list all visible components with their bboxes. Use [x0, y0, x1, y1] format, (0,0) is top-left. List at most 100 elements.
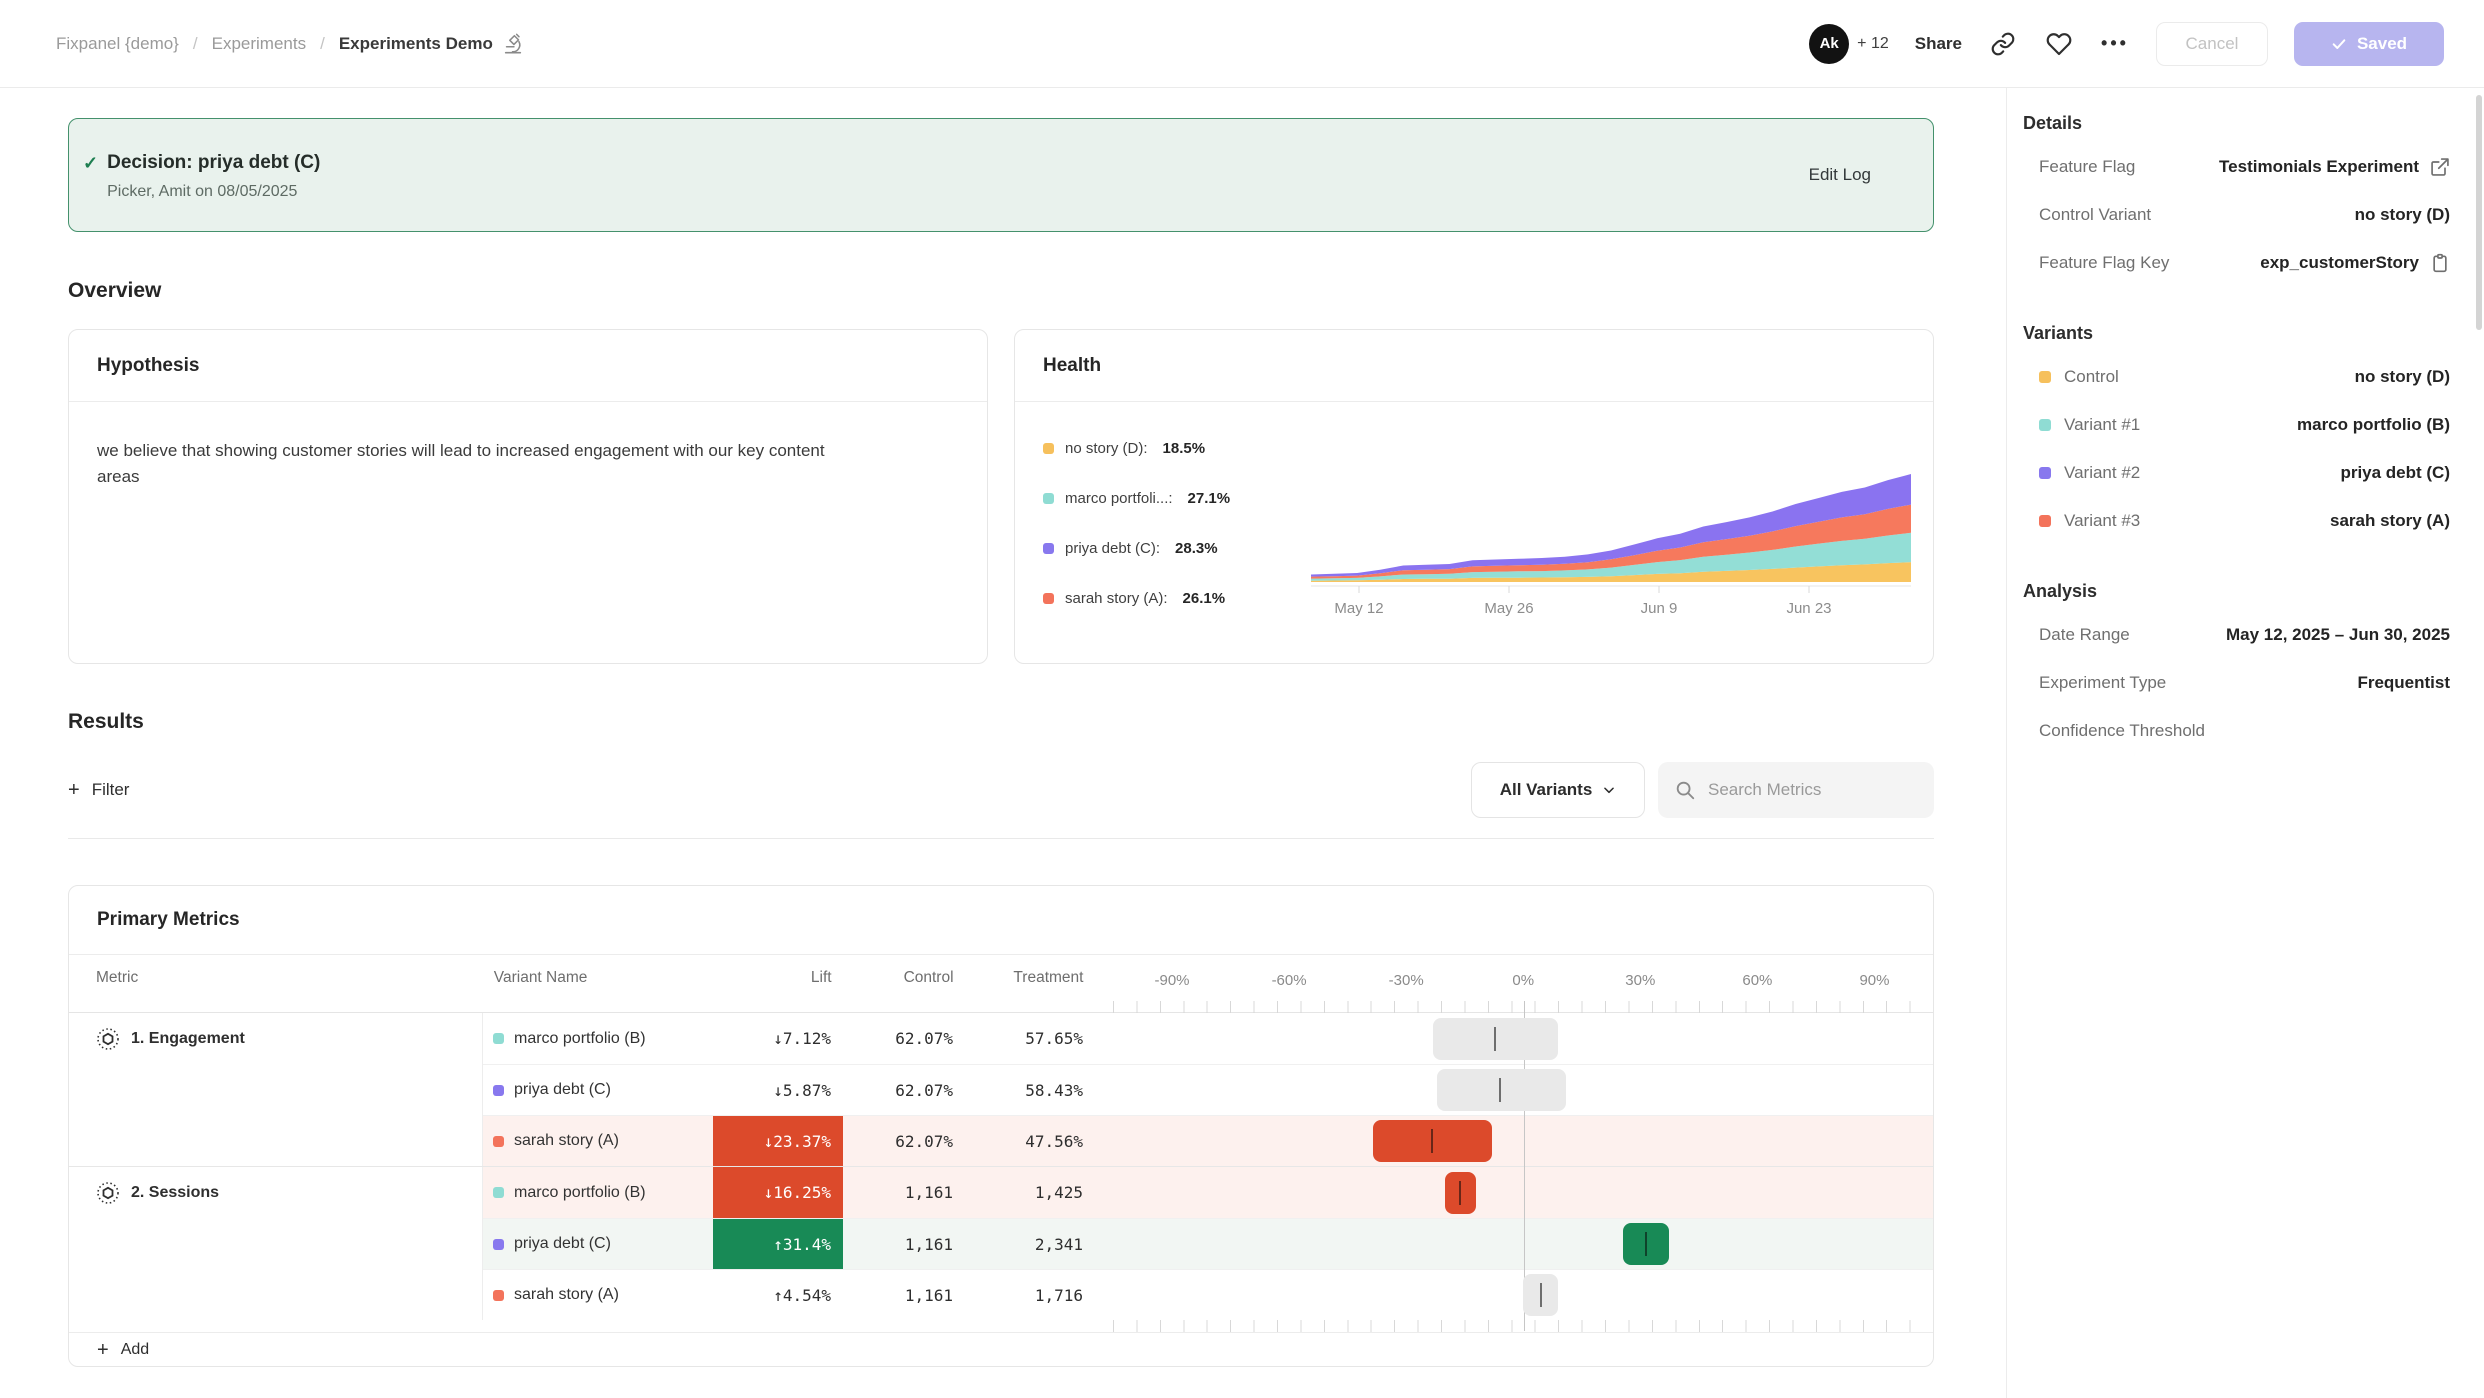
scrollbar[interactable] [2476, 95, 2482, 330]
check-icon: ✓ [83, 150, 98, 176]
lift-value: ↓5.87% [713, 1065, 843, 1115]
cancel-button[interactable]: Cancel [2156, 22, 2268, 66]
breadcrumb-project[interactable]: Fixpanel {demo} [56, 34, 179, 54]
axis-ruler-top [69, 1001, 1933, 1013]
more-options-button[interactable]: ••• [2100, 29, 2130, 59]
saved-button[interactable]: Saved [2294, 22, 2444, 66]
variant-color-swatch [493, 1085, 504, 1096]
metric-row: marco portfolio (B) ↓16.25% 1,161 1,425 [483, 1167, 1933, 1218]
variant-row: Control no story (D) [2023, 353, 2450, 401]
lift-marker [1431, 1129, 1433, 1153]
confidence-interval-cell [1113, 1219, 1933, 1269]
breadcrumb-separator: / [320, 34, 325, 54]
results-toolbar: + Filter All Variants [68, 762, 1934, 818]
primary-metrics-title: Primary Metrics [97, 909, 240, 931]
add-metric-button[interactable]: + Add [69, 1332, 1933, 1366]
treatment-value: 58.43% [965, 1081, 1095, 1100]
axis-ruler-bottom [69, 1320, 1933, 1332]
header-actions: Ak + 12 Share ••• Cancel Saved [1809, 22, 2444, 66]
lift-value: ↑31.4% [713, 1219, 843, 1269]
detail-row: Feature Flag Key exp_customerStory [2023, 239, 2450, 287]
column-header-metric: Metric [69, 969, 484, 987]
clipboard-copy-icon[interactable] [2430, 253, 2450, 273]
variant-label: Variant #1 [2039, 415, 2140, 435]
metric-name-cell[interactable]: 1. Engagement [69, 1013, 483, 1166]
lift-marker [1499, 1078, 1501, 1102]
metric-name-cell[interactable]: 2. Sessions [69, 1167, 483, 1320]
feature-flag-value: Testimonials Experiment [2219, 157, 2450, 177]
variant-value: priya debt (C) [2340, 463, 2450, 483]
variant-color-swatch [2039, 467, 2051, 479]
favorite-heart-icon[interactable] [2044, 29, 2074, 59]
control-value: 1,161 [843, 1183, 965, 1202]
metric-name: 1. Engagement [131, 1027, 245, 1051]
search-metrics-input[interactable] [1708, 780, 1908, 800]
variant-name-cell: priya debt (C) [483, 1081, 713, 1099]
page-title: Experiments Demo [339, 34, 493, 54]
legend-value: 28.3% [1175, 540, 1218, 557]
metrics-table: Metric Variant Name Lift Control Treatme… [69, 955, 1933, 1332]
variant-value: sarah story (A) [2330, 511, 2450, 531]
confidence-interval-bar [1445, 1172, 1476, 1214]
confidence-interval-bar [1373, 1120, 1492, 1162]
edit-log-button[interactable]: Edit Log [1809, 165, 1871, 185]
variant-color-swatch [2039, 371, 2051, 383]
metric-row: sarah story (A) ↑4.54% 1,161 1,716 [483, 1269, 1933, 1320]
breadcrumb: Fixpanel {demo} / Experiments / Experime… [56, 33, 524, 55]
variant-name-cell: marco portfolio (B) [483, 1030, 713, 1048]
details-sidebar: Details Feature Flag Testimonials Experi… [2006, 88, 2484, 1398]
decision-subtitle: Picker, Amit on 08/05/2025 [107, 183, 320, 201]
treatment-value: 1,716 [965, 1286, 1095, 1305]
analysis-section: Analysis Date Range May 12, 2025 – Jun 3… [2023, 571, 2450, 755]
share-button[interactable]: Share [1915, 34, 1962, 54]
variant-name-cell: sarah story (A) [483, 1132, 713, 1150]
variant-key: Variant #2 [2064, 463, 2140, 483]
divider [68, 838, 1934, 839]
treatment-value: 2,341 [965, 1235, 1095, 1254]
confidence-interval-cell [1113, 1013, 1933, 1064]
external-link-icon[interactable] [2430, 157, 2450, 177]
variant-name: sarah story (A) [514, 1132, 619, 1150]
detail-value: exp_customerStory [2260, 253, 2419, 273]
table-header: Metric Variant Name Lift Control Treatme… [69, 955, 1933, 1001]
copy-link-icon[interactable] [1988, 29, 2018, 59]
treatment-value: 47.56% [965, 1132, 1095, 1151]
legend-label: marco portfoli...: [1065, 490, 1173, 507]
analysis-row: Experiment Type Frequentist [2023, 659, 2450, 707]
variants-dropdown[interactable]: All Variants [1471, 762, 1645, 818]
page: Fixpanel {demo} / Experiments / Experime… [0, 0, 2484, 1398]
variant-name-cell: priya debt (C) [483, 1235, 713, 1253]
svg-text:Jun 23: Jun 23 [1786, 600, 1831, 617]
metric-row: priya debt (C) ↑31.4% 1,161 2,341 [483, 1218, 1933, 1269]
confidence-interval-bar [1523, 1274, 1558, 1316]
variant-color-swatch [2039, 515, 2051, 527]
hypothesis-body: we believe that showing customer stories… [69, 402, 899, 527]
analysis-label: Confidence Threshold [2039, 721, 2205, 741]
axis-tick-label: -30% [1389, 972, 1424, 989]
variant-color-swatch [2039, 419, 2051, 431]
decision-banner: ✓ Decision: priya debt (C) Picker, Amit … [68, 118, 1934, 232]
axis-tick-label: 30% [1625, 972, 1655, 989]
results-heading: Results [68, 710, 1934, 734]
confidence-interval-bar [1623, 1223, 1670, 1265]
avatar[interactable]: Ak [1809, 24, 1849, 64]
detail-label: Control Variant [2039, 205, 2151, 225]
check-icon [2331, 36, 2347, 52]
app-header: Fixpanel {demo} / Experiments / Experime… [0, 0, 2484, 88]
metric-row: priya debt (C) ↓5.87% 62.07% 58.43% [483, 1064, 1933, 1115]
axis-tick-label: 60% [1742, 972, 1772, 989]
control-value: 62.07% [843, 1029, 965, 1048]
variant-key: Control [2064, 367, 2119, 387]
axis-tick-label: 0% [1512, 972, 1534, 989]
add-filter-button[interactable]: + Filter [68, 770, 137, 810]
search-icon [1674, 779, 1696, 801]
details-title: Details [2023, 103, 2450, 143]
legend-swatch [1043, 493, 1054, 504]
variant-name: sarah story (A) [514, 1286, 619, 1304]
health-title: Health [1043, 355, 1101, 377]
metric-row: marco portfolio (B) ↓7.12% 62.07% 57.65% [483, 1013, 1933, 1064]
legend-value: 18.5% [1163, 440, 1206, 457]
details-section: Details Feature Flag Testimonials Experi… [2023, 103, 2450, 287]
lift-marker [1540, 1283, 1542, 1307]
breadcrumb-experiments[interactable]: Experiments [212, 34, 306, 54]
